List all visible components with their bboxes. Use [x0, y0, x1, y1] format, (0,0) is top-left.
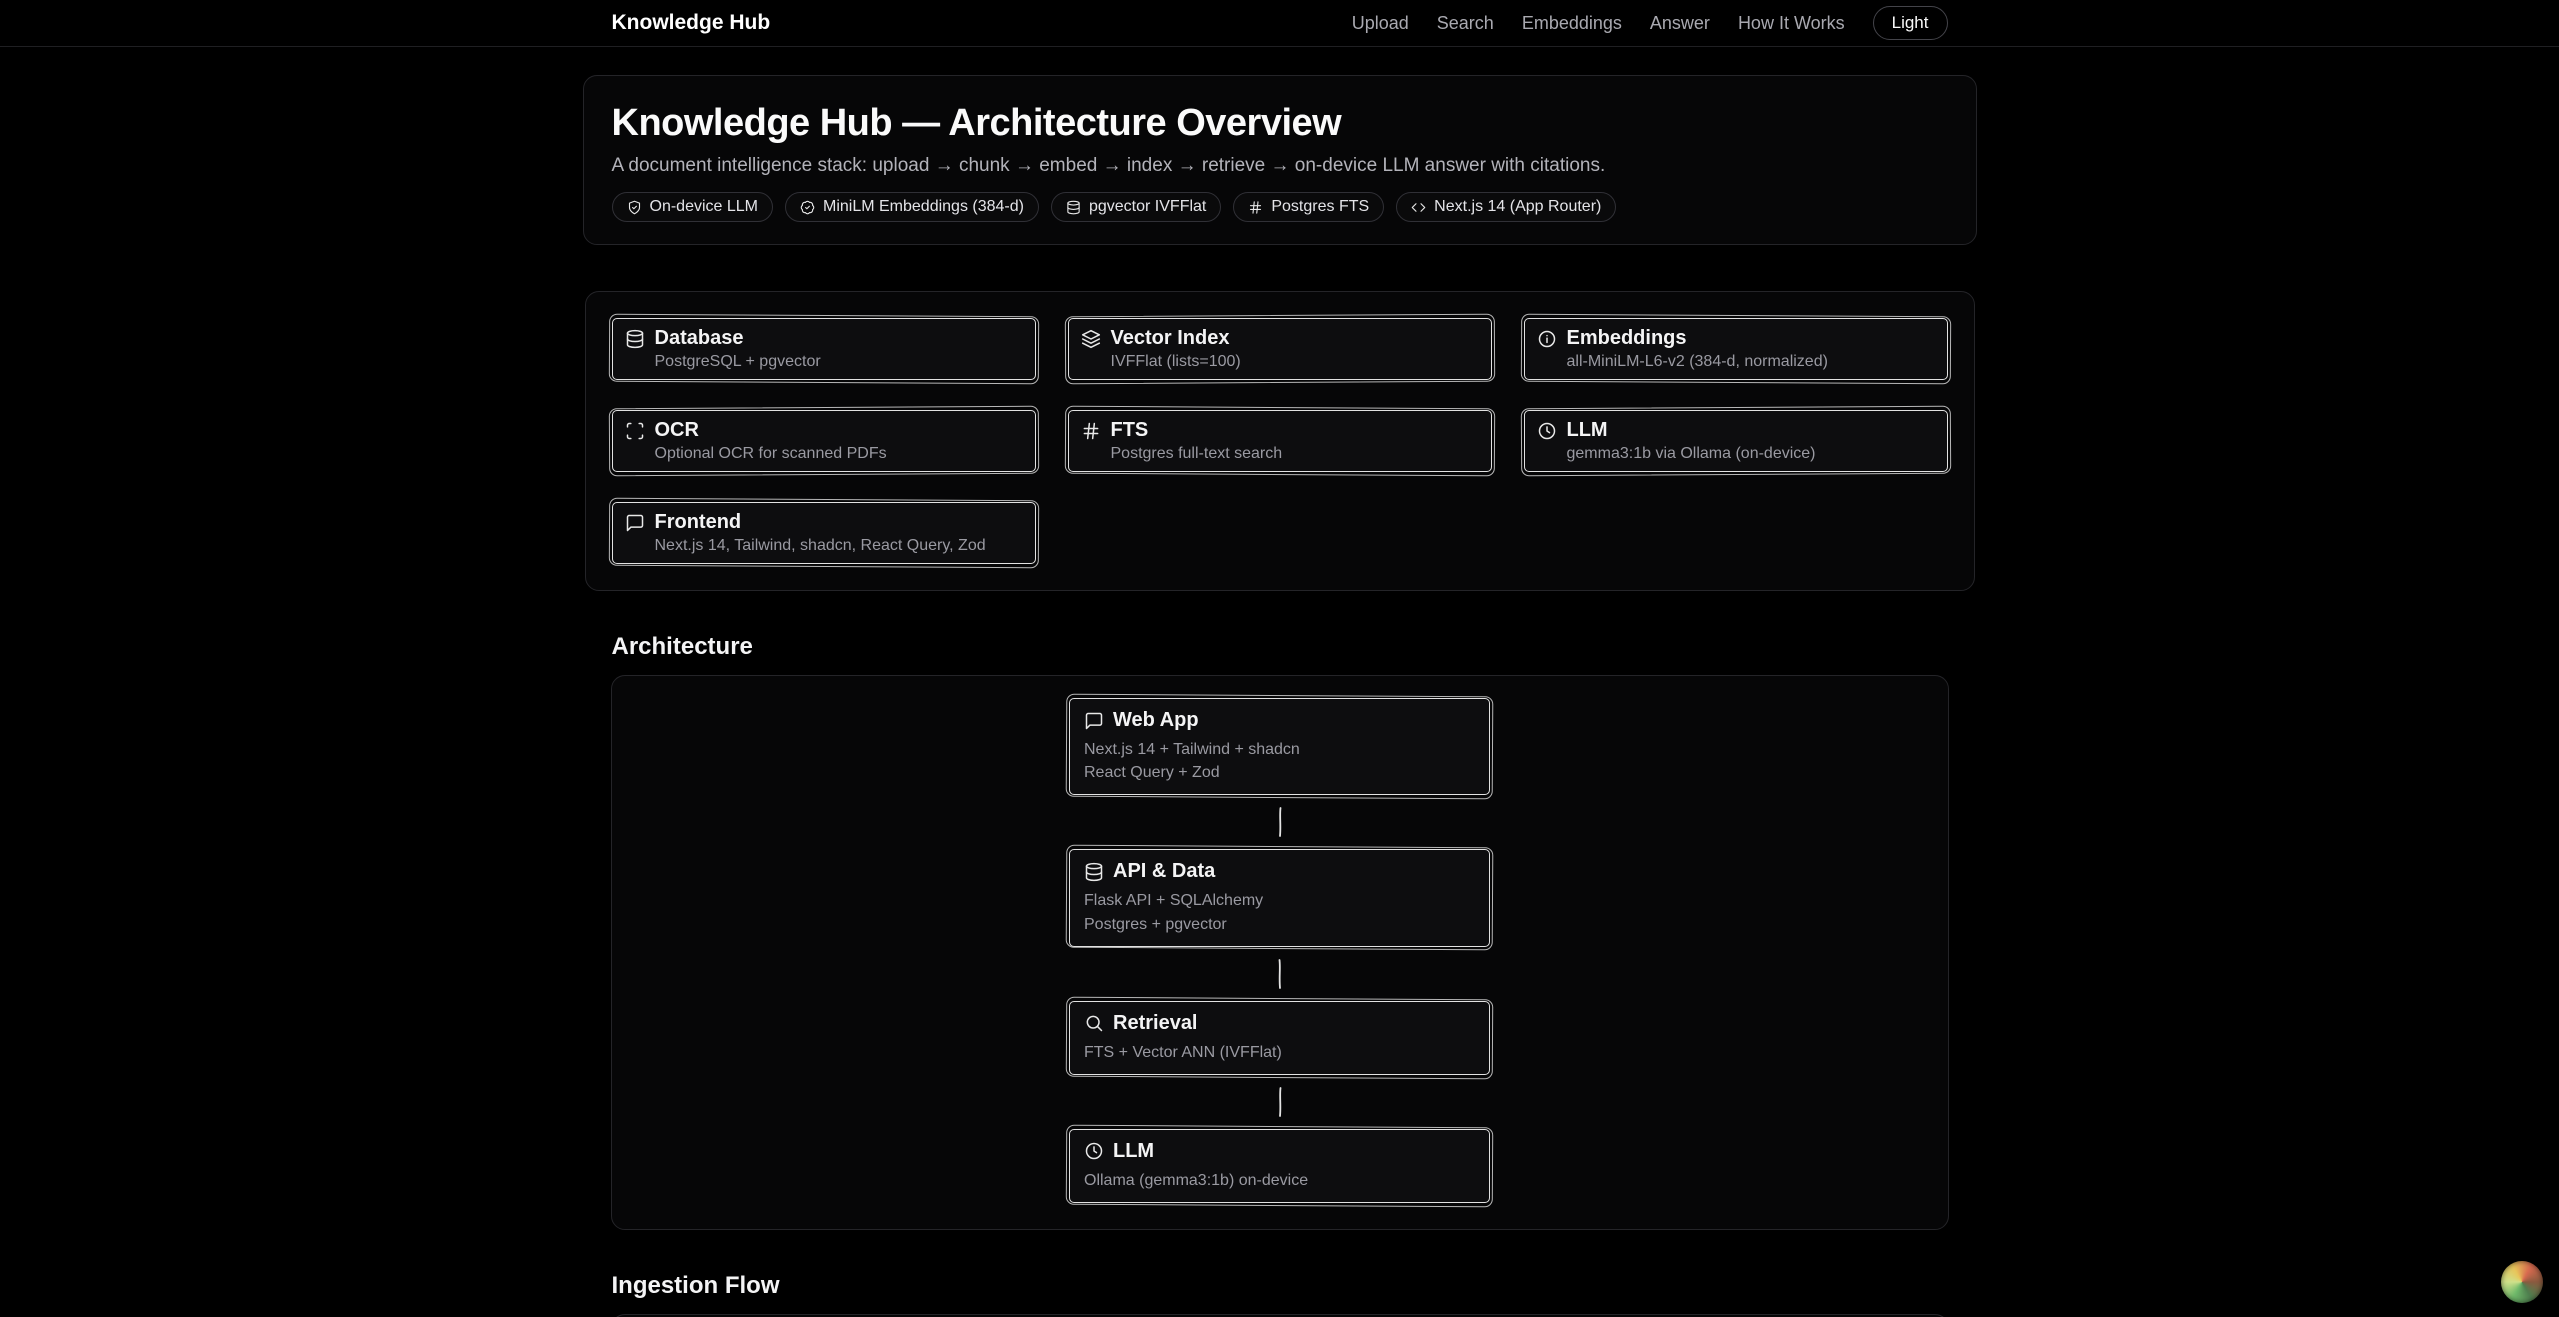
badge-on-device-llm: On-device LLM	[612, 192, 774, 222]
badge-pgvector: pgvector IVFFlat	[1051, 192, 1221, 222]
database-icon	[1084, 862, 1104, 882]
message-icon	[1084, 711, 1104, 731]
flow-node-line: Flask API + SQLAlchemy	[1084, 889, 1475, 912]
ingestion-heading: Ingestion Flow	[612, 1272, 1948, 1300]
flow-node-line: Ollama (gemma3:1b) on-device	[1084, 1169, 1475, 1192]
corner-logo-badge[interactable]	[2501, 1261, 2543, 1303]
architecture-heading: Architecture	[612, 633, 1948, 661]
stack-item-embeddings: Embeddings all-MiniLM-L6-v2 (384-d, norm…	[1524, 318, 1948, 380]
stack-item-fts: FTS Postgres full-text search	[1068, 410, 1492, 472]
nav-link-embeddings[interactable]: Embeddings	[1522, 13, 1622, 34]
stack-item-ocr: OCR Optional OCR for scanned PDFs	[612, 410, 1036, 472]
badge-label: Next.js 14 (App Router)	[1434, 198, 1601, 216]
shield-icon	[627, 200, 642, 215]
flow-node-line: React Query + Zod	[1084, 761, 1475, 784]
architecture-diagram-card: Web App Next.js 14 + Tailwind + shadcn R…	[611, 675, 1949, 1230]
badge-nextjs: Next.js 14 (App Router)	[1396, 192, 1616, 222]
stack-item-vector-index: Vector Index IVFFlat (lists=100)	[1068, 318, 1492, 380]
connector	[1275, 947, 1285, 1001]
badge-postgres-fts: Postgres FTS	[1233, 192, 1384, 222]
flow-node-line: Next.js 14 + Tailwind + shadcn	[1084, 738, 1475, 761]
clock-icon	[1537, 421, 1557, 441]
connector	[1275, 1075, 1285, 1129]
flow-node-title: Web App	[1113, 709, 1199, 732]
stack-item-desc: IVFFlat (lists=100)	[1111, 353, 1241, 371]
info-icon	[1537, 329, 1557, 349]
nav-links: Upload Search Embeddings Answer How It W…	[1352, 6, 1948, 40]
layers-icon	[1081, 329, 1101, 349]
hash-icon	[1081, 421, 1101, 441]
flow-node-llm: LLM Ollama (gemma3:1b) on-device	[1069, 1129, 1490, 1203]
page-title: Knowledge Hub — Architecture Overview	[612, 102, 1948, 145]
stack-item-llm: LLM gemma3:1b via Ollama (on-device)	[1524, 410, 1948, 472]
nav-link-upload[interactable]: Upload	[1352, 13, 1409, 34]
clock-icon	[1084, 1141, 1104, 1161]
badge-label: Postgres FTS	[1271, 198, 1369, 216]
nav-link-search[interactable]: Search	[1437, 13, 1494, 34]
stack-item-desc: Optional OCR for scanned PDFs	[655, 445, 887, 463]
flow-node-title: LLM	[1113, 1140, 1154, 1163]
flow-node-title: Retrieval	[1113, 1012, 1198, 1035]
database-icon	[625, 329, 645, 349]
stack-item-database: Database PostgreSQL + pgvector	[612, 318, 1036, 380]
stack-item-desc: Postgres full-text search	[1111, 445, 1283, 463]
connector-line	[1275, 1087, 1285, 1117]
flow-node-retrieval: Retrieval FTS + Vector ANN (IVFFlat)	[1069, 1001, 1490, 1075]
top-nav: Knowledge Hub Upload Search Embeddings A…	[0, 0, 2559, 47]
stack-item-title: LLM	[1567, 419, 1816, 442]
stack-item-desc: Next.js 14, Tailwind, shadcn, React Quer…	[655, 537, 986, 555]
stack-item-desc: PostgreSQL + pgvector	[655, 353, 821, 371]
stack-item-desc: all-MiniLM-L6-v2 (384-d, normalized)	[1567, 353, 1828, 371]
connector-line	[1275, 807, 1285, 837]
stack-grid: Database PostgreSQL + pgvector Vector In…	[612, 318, 1948, 564]
theme-toggle-button[interactable]: Light	[1873, 6, 1948, 40]
stack-item-desc: gemma3:1b via Ollama (on-device)	[1567, 445, 1816, 463]
stack-item-title: FTS	[1111, 419, 1283, 442]
nav-link-answer[interactable]: Answer	[1650, 13, 1710, 34]
flow-node-api-data: API & Data Flask API + SQLAlchemy Postgr…	[1069, 849, 1490, 946]
hero-card: Knowledge Hub — Architecture Overview A …	[583, 75, 1977, 245]
badge-label: On-device LLM	[650, 198, 759, 216]
badge-label: MiniLM Embeddings (384-d)	[823, 198, 1024, 216]
badge-check-icon	[800, 200, 815, 215]
flow-node-title: API & Data	[1113, 860, 1215, 883]
connector-line	[1275, 959, 1285, 989]
stack-item-title: Database	[655, 327, 821, 350]
badge-minilm-embeddings: MiniLM Embeddings (384-d)	[785, 192, 1039, 222]
stack-item-title: OCR	[655, 419, 887, 442]
brand[interactable]: Knowledge Hub	[612, 11, 771, 35]
stack-overview-card: Database PostgreSQL + pgvector Vector In…	[585, 291, 1975, 591]
flow-node-web-app: Web App Next.js 14 + Tailwind + shadcn R…	[1069, 698, 1490, 795]
flow-node-line: Postgres + pgvector	[1084, 913, 1475, 936]
badge-label: pgvector IVFFlat	[1089, 198, 1206, 216]
stack-item-title: Frontend	[655, 511, 986, 534]
search-icon	[1084, 1013, 1104, 1033]
nav-link-how-it-works[interactable]: How It Works	[1738, 13, 1845, 34]
scan-icon	[625, 421, 645, 441]
flow-node-line: FTS + Vector ANN (IVFFlat)	[1084, 1041, 1475, 1064]
page-subtitle: A document intelligence stack: upload → …	[612, 155, 1948, 177]
stack-item-title: Embeddings	[1567, 327, 1828, 350]
code-icon	[1411, 200, 1426, 215]
stack-item-title: Vector Index	[1111, 327, 1241, 350]
database-icon	[1066, 200, 1081, 215]
stack-item-frontend: Frontend Next.js 14, Tailwind, shadcn, R…	[612, 502, 1036, 564]
connector	[1275, 795, 1285, 849]
badge-row: On-device LLM MiniLM Embeddings (384-d) …	[612, 192, 1948, 222]
message-icon	[625, 513, 645, 533]
hash-icon	[1248, 200, 1263, 215]
